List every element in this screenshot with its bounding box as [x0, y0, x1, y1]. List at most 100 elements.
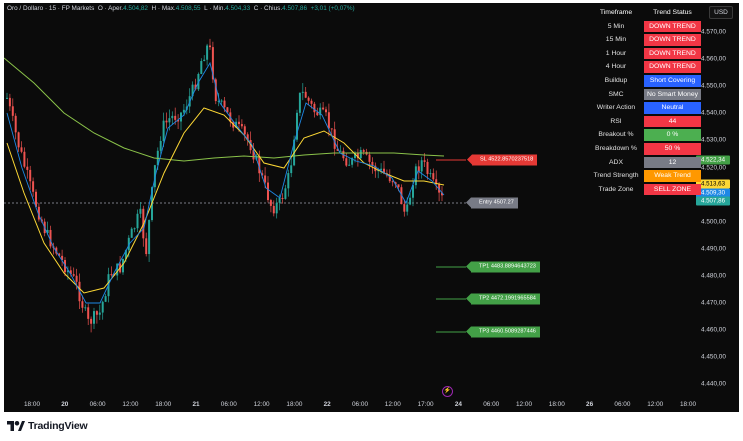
candle-body: [87, 307, 90, 319]
candle-body: [267, 182, 269, 201]
candle-body: [162, 120, 165, 141]
table-row: Breakdown % 50 %: [589, 142, 701, 155]
table-row-key: SMC: [608, 90, 624, 98]
table-row-status: DOWN TREND: [644, 20, 701, 33]
candle-body: [159, 140, 162, 151]
candle-body: [281, 197, 284, 199]
candle-body: [133, 228, 136, 230]
candle-body: [278, 197, 281, 203]
tradingview-logo-icon: [7, 421, 25, 431]
symbol-name[interactable]: Oro / Dollaro: [7, 5, 43, 12]
candle-body: [145, 238, 148, 255]
brand-name: TradingView: [28, 420, 88, 432]
table-row-key: RSI: [610, 117, 622, 125]
time-tick: 06:00: [220, 401, 237, 408]
time-tick: 12:00: [384, 401, 401, 408]
table-row-status: SELL ZONE: [644, 183, 701, 196]
candle-body: [11, 106, 14, 116]
table-row-status: DOWN TREND: [644, 34, 701, 46]
candle-body: [182, 109, 185, 113]
low-label-text: Min.: [213, 5, 226, 12]
table-row-status: Neutral: [644, 102, 701, 114]
price-badge: 4.513,63: [696, 179, 730, 189]
price-tick: 4.570,00: [701, 28, 726, 36]
time-tick: 12:00: [253, 401, 270, 408]
candle-body: [72, 274, 75, 276]
price-tick: 4.440,00: [701, 380, 726, 388]
interval[interactable]: 15: [49, 5, 56, 12]
price-tick: 4.460,00: [701, 326, 726, 334]
time-tick: 06:00: [614, 401, 631, 408]
table-row-key: Buildup: [604, 76, 628, 84]
candle-body: [301, 91, 304, 93]
price-tick: 4.540,00: [701, 109, 726, 117]
candle-body: [406, 204, 409, 212]
candle-body: [426, 161, 429, 174]
candle-body: [348, 164, 351, 166]
candle-body: [264, 175, 267, 183]
candle-body: [8, 97, 11, 107]
candle-body: [310, 100, 313, 104]
table-row: ADX 12: [589, 156, 701, 169]
close-value: 4.507,86: [282, 5, 308, 12]
time-tick: 26: [586, 401, 594, 408]
candle-body: [330, 128, 333, 130]
price-tick: 4.490,00: [701, 245, 726, 253]
candle-body: [81, 301, 84, 308]
table-row-key: Breakdown %: [595, 144, 637, 152]
candle-body: [272, 205, 275, 214]
table-row-key: 5 Min: [607, 22, 625, 30]
table-row-status: No Smart Money: [644, 88, 701, 101]
time-tick: 17:00: [417, 401, 434, 408]
price-axis[interactable]: 4.570,00 4.560,00 4.550,00 4.540,00 4.530,00…: [695, 3, 739, 398]
price-tick: 4.530,00: [701, 136, 726, 144]
candle-body: [223, 100, 226, 108]
entry-label[interactable]: Entry 4507.27: [466, 197, 518, 209]
table-row: SMC No Smart Money: [589, 88, 701, 101]
price-badge: 4.522,34: [696, 155, 730, 165]
candle-body: [104, 296, 107, 302]
candle-body: [136, 213, 139, 229]
candle-body: [345, 158, 348, 166]
time-tick: 06:00: [483, 401, 500, 408]
candle-body: [209, 45, 211, 48]
candle-body: [148, 220, 151, 255]
take-profit-2-label[interactable]: TP2 4472.1991965584: [466, 293, 540, 305]
candle-body: [240, 124, 243, 127]
candle-body: [287, 173, 290, 189]
candle-body: [432, 173, 435, 180]
stop-loss-label[interactable]: SL 4522.8570237518: [466, 154, 538, 166]
table-row: 15 Min DOWN TREND: [589, 34, 701, 46]
table-row-status: DOWN TREND: [644, 61, 701, 73]
candle-body: [359, 150, 362, 159]
table-row: Breakout % 0 %: [589, 129, 701, 141]
table-row-key: ADX: [609, 158, 623, 166]
close-label-text: Chius.: [264, 5, 283, 12]
candle-body: [429, 173, 432, 175]
table-row-status: 50 %: [644, 142, 701, 155]
lightning-icon[interactable]: ⚡: [442, 386, 453, 397]
table-row: 4 Hour DOWN TREND: [589, 61, 701, 73]
candle-body: [333, 129, 336, 149]
time-tick: 06:00: [352, 401, 368, 408]
candle-body: [84, 307, 87, 309]
table-row: 5 Min DOWN TREND: [589, 20, 701, 33]
take-profit-3-label[interactable]: TP3 4460.5089287446: [466, 326, 540, 338]
table-row-key: 4 Hour: [605, 63, 627, 71]
candle-body: [284, 188, 287, 199]
time-tick: 18:00: [24, 401, 40, 408]
price-tick: 4.480,00: [701, 272, 726, 280]
high-value: 4.508,55: [175, 5, 201, 12]
candle-body: [17, 132, 20, 148]
take-profit-1-label[interactable]: TP1 4483.8894643723: [466, 261, 540, 273]
candle-body: [14, 115, 17, 133]
open-value: 4.504,82: [123, 5, 148, 12]
tradingview-brand[interactable]: TradingView: [7, 420, 88, 432]
candle-body: [238, 121, 240, 125]
candle-body: [362, 150, 365, 152]
candle-body: [298, 92, 301, 113]
table-row-key: Trend Strength: [593, 172, 639, 180]
candle-body: [95, 311, 98, 315]
chart-frame[interactable]: Oro / Dollaro · 15 · FP Markets O · Aper…: [4, 3, 739, 412]
time-tick: 22: [323, 401, 331, 408]
